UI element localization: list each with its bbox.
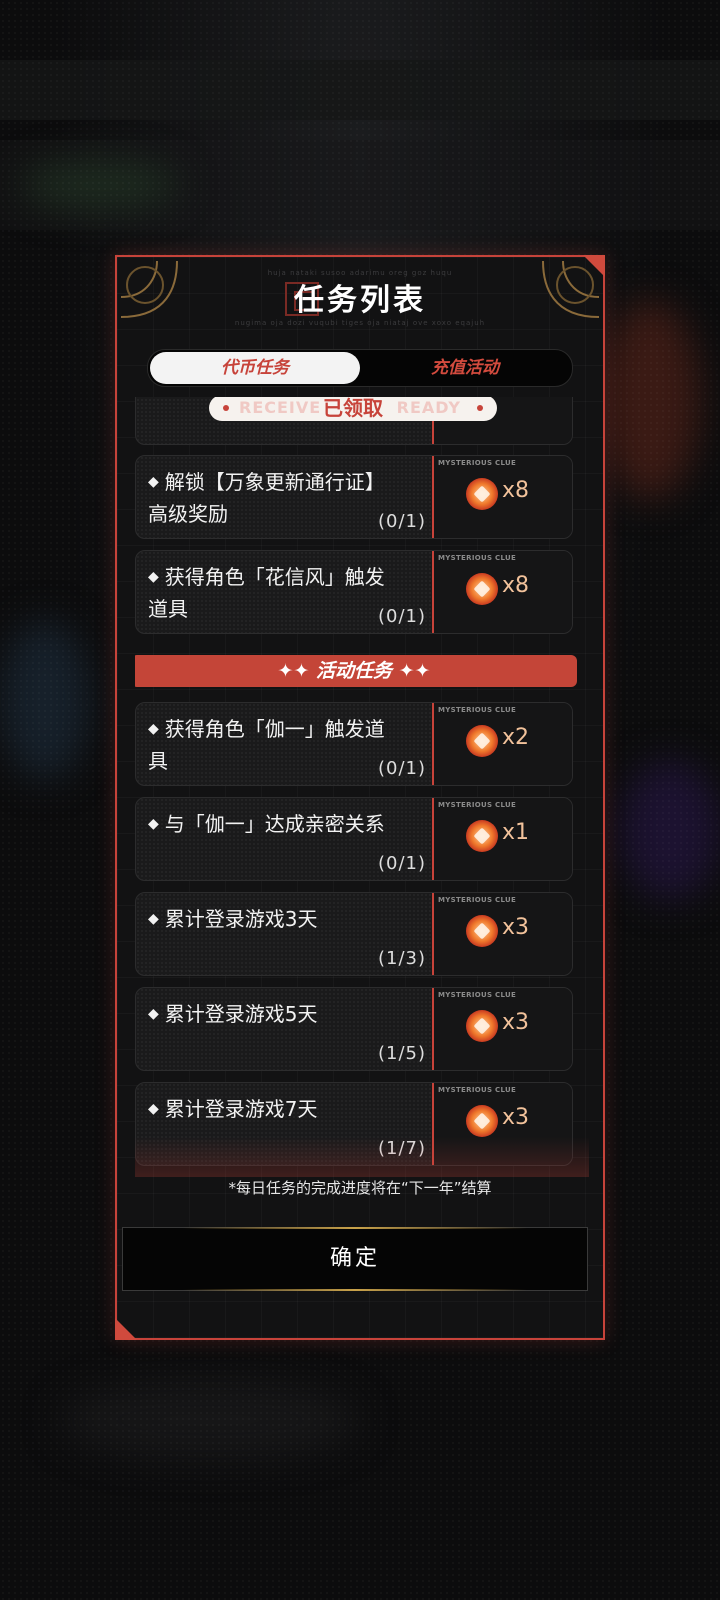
reward-qty: x2 <box>502 725 530 750</box>
pill-dot-left <box>223 405 229 411</box>
mysterious-clue-coin-icon <box>466 915 498 947</box>
task-progress: (0/1) <box>378 758 427 779</box>
settlement-note: *每日任务的完成进度将在“下一年”结算 <box>228 1179 492 1197</box>
task-card: ◆ 累计登录游戏5天 (1/5) MYSTERIOUS CLUE x3 <box>135 987 573 1071</box>
mysterious-clue-coin-icon <box>466 1010 498 1042</box>
mysterious-clue-coin-icon <box>466 573 498 605</box>
reward-clue-label: MYSTERIOUS CLUE <box>438 1086 517 1094</box>
reward-box: MYSTERIOUS CLUE x3 <box>432 893 572 975</box>
task-card: ◆ 获得角色「伽一」触发道具 (0/1) MYSTERIOUS CLUE x2 <box>135 702 573 786</box>
reward-box: MYSTERIOUS CLUE x1 <box>432 798 572 880</box>
reward-qty: x8 <box>502 573 530 598</box>
mysterious-clue-coin-icon <box>466 478 498 510</box>
reward-clue-label: MYSTERIOUS CLUE <box>438 991 517 999</box>
tab-recharge-events[interactable]: 充值活动 <box>360 352 570 384</box>
task-text: 获得角色「花信风」触发道具 <box>148 565 385 621</box>
header-deco-text-bottom: nugima oja dozi vuqubi tiges oja niataj … <box>234 319 486 327</box>
task-description: ◆ 获得角色「花信风」触发道具 <box>148 561 398 625</box>
diamond-bullet-icon: ◆ <box>148 1101 159 1117</box>
task-text: 与「伽一」达成亲密关系 <box>164 812 385 836</box>
diamond-bullet-icon: ◆ <box>148 569 159 585</box>
task-description: ◆ 累计登录游戏5天 <box>148 998 398 1030</box>
task-card: ◆ 累计登录游戏7天 (1/7) MYSTERIOUS CLUE x3 <box>135 1082 573 1166</box>
task-progress: (0/1) <box>378 606 427 627</box>
dialog-title: 任务列表 <box>294 283 426 318</box>
diamond-bullet-icon: ◆ <box>148 721 159 737</box>
task-text: 累计登录游戏5天 <box>164 1002 318 1026</box>
reward-box: MYSTERIOUS CLUE x2 <box>432 703 572 785</box>
diamond-bullet-icon: ◆ <box>148 1006 159 1022</box>
confirm-button[interactable]: 确定 <box>122 1227 588 1291</box>
reward-box: MYSTERIOUS CLUE x3 <box>432 1083 572 1165</box>
tab-token-tasks[interactable]: 代币任务 <box>150 352 360 384</box>
diamond-bullet-icon: ◆ <box>148 816 159 832</box>
task-text: 累计登录游戏7天 <box>164 1097 318 1121</box>
reward-qty: x3 <box>502 1010 530 1035</box>
reward-box: MYSTERIOUS CLUE x3 <box>432 988 572 1070</box>
mysterious-clue-coin-icon <box>466 1105 498 1137</box>
diamond-bullet-icon: ◆ <box>148 911 159 927</box>
reward-qty: x8 <box>502 478 530 503</box>
claimed-label: 已领取 <box>323 397 383 420</box>
corner-accent-bottom-left <box>115 1318 137 1340</box>
task-list[interactable]: x3 RECEIVE READY 已领取 ◆解锁【万象更新通行证】高级奖励 (0… <box>135 397 589 1169</box>
task-card: ◆ 解锁【万象更新通行证】高级奖励 (0/1) MYSTERIOUS CLUE x… <box>135 455 573 539</box>
task-card: ◆ 与「伽一」达成亲密关系 (0/1) MYSTERIOUS CLUE x1 <box>135 797 573 881</box>
task-description: ◆ 与「伽一」达成亲密关系 <box>148 808 398 840</box>
task-card: ◆ 累计登录游戏3天 (1/3) MYSTERIOUS CLUE x3 <box>135 892 573 976</box>
reward-clue-label: MYSTERIOUS CLUE <box>438 706 517 714</box>
claimed-ghost-right: READY <box>396 398 461 417</box>
task-card: ◆ 获得角色「花信风」触发道具 (0/1) MYSTERIOUS CLUE x8 <box>135 550 573 634</box>
task-progress: (1/3) <box>378 948 427 969</box>
reward-clue-label: MYSTERIOUS CLUE <box>438 896 517 904</box>
tab-bar: 代币任务 充值活动 <box>147 349 573 387</box>
task-text: 累计登录游戏3天 <box>164 907 318 931</box>
task-progress: (1/5) <box>378 1043 427 1064</box>
claimed-button[interactable]: RECEIVE READY 已领取 <box>209 397 497 421</box>
reward-qty: x1 <box>502 820 530 845</box>
reward-box: MYSTERIOUS CLUE x8 <box>432 456 572 538</box>
reward-clue-label: MYSTERIOUS CLUE <box>438 459 517 467</box>
claimed-ghost-left: RECEIVE <box>239 398 322 417</box>
task-progress: (1/7) <box>378 1138 427 1159</box>
mysterious-clue-coin-icon <box>466 725 498 757</box>
task-text: 获得角色「伽一」触发道具 <box>148 717 385 773</box>
task-description: ◆ 累计登录游戏3天 <box>148 903 398 935</box>
section-header-event-tasks: ✦✦ 活动任务 ✦✦ <box>135 655 577 687</box>
reward-clue-label: MYSTERIOUS CLUE <box>438 801 517 809</box>
mysterious-clue-coin-icon <box>466 820 498 852</box>
task-progress: (0/1) <box>378 511 427 532</box>
task-description: ◆ 解锁【万象更新通行证】高级奖励 <box>148 466 398 530</box>
task-description: ◆ 累计登录游戏7天 <box>148 1093 398 1125</box>
reward-qty: x3 <box>502 1105 530 1130</box>
diamond-bullet-icon: ◆ <box>148 474 159 490</box>
task-progress: (0/1) <box>378 853 427 874</box>
task-description: ◆ 获得角色「伽一」触发道具 <box>148 713 398 777</box>
reward-box: MYSTERIOUS CLUE x8 <box>432 551 572 633</box>
pill-dot-right <box>477 405 483 411</box>
task-text: 解锁【万象更新通行证】高级奖励 <box>148 470 385 526</box>
reward-qty: x3 <box>502 915 530 940</box>
reward-clue-label: MYSTERIOUS CLUE <box>438 554 517 562</box>
task-list-dialog: huja nataki susoo adarimu oreg goz huqu … <box>115 255 605 1340</box>
